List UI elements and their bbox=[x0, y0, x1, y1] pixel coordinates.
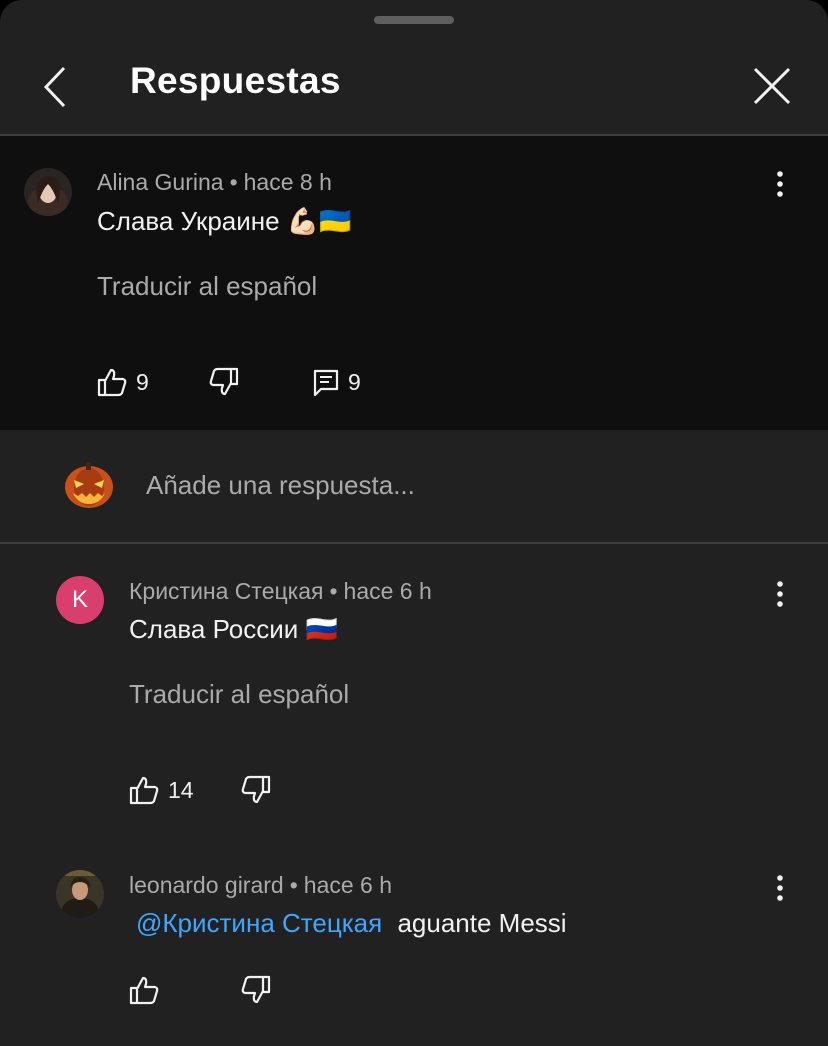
dislike-button[interactable] bbox=[240, 972, 272, 1008]
thumbs-down-icon bbox=[241, 775, 271, 804]
dislike-button[interactable] bbox=[208, 364, 240, 400]
reply-input[interactable]: Añade una respuesta... bbox=[146, 470, 415, 501]
like-button[interactable]: 9 bbox=[96, 364, 149, 400]
author-name[interactable]: Кристина Стецкая bbox=[129, 578, 323, 604]
user-mention[interactable]: @Кристина Стецкая bbox=[136, 908, 382, 938]
more-vertical-icon bbox=[777, 171, 783, 197]
more-vertical-icon bbox=[777, 875, 783, 901]
separator: • bbox=[229, 169, 238, 195]
thumbs-down-icon bbox=[241, 975, 271, 1004]
thumbs-up-icon bbox=[97, 368, 127, 397]
more-options-button[interactable] bbox=[765, 166, 795, 202]
comment-body: aguante Messi bbox=[397, 908, 567, 938]
comment-meta: leonardo girard • hace 6 h bbox=[129, 872, 392, 899]
avatar[interactable]: K bbox=[56, 576, 104, 624]
separator: • bbox=[289, 872, 298, 898]
dislike-button[interactable] bbox=[240, 772, 272, 808]
comment-text: Слава Украине 💪🏻🇺🇦 bbox=[97, 206, 352, 236]
user-avatar bbox=[64, 460, 114, 510]
avatar[interactable] bbox=[24, 168, 72, 216]
parent-comment: Alina Gurina • hace 8 h Слава Украине 💪🏻🇺🇦… bbox=[0, 136, 828, 430]
timestamp: hace 6 h bbox=[343, 578, 432, 604]
like-button[interactable] bbox=[128, 972, 160, 1008]
separator: • bbox=[329, 578, 338, 604]
chevron-left-icon bbox=[43, 66, 66, 108]
comment-meta: Кристина Стецкая • hace 6 h bbox=[129, 578, 432, 605]
comment-meta: Alina Gurina • hace 8 h bbox=[97, 169, 332, 196]
reply-button[interactable]: 9 bbox=[312, 364, 361, 400]
more-options-button[interactable] bbox=[765, 870, 795, 906]
timestamp: hace 8 h bbox=[243, 169, 332, 195]
comment-text: @Кристина Стецкая aguante Messi bbox=[136, 908, 567, 939]
header: Respuestas bbox=[0, 40, 828, 136]
back-button[interactable] bbox=[36, 64, 76, 110]
reply-count: 9 bbox=[348, 368, 361, 395]
replies-sheet: Respuestas Alina Gurina • hace 8 h Слава… bbox=[0, 0, 828, 1046]
more-options-button[interactable] bbox=[765, 576, 795, 612]
close-button[interactable] bbox=[750, 64, 794, 108]
like-count: 14 bbox=[168, 776, 194, 803]
reply-composer: Añade una respuesta... bbox=[0, 430, 828, 544]
author-name[interactable]: Alina Gurina bbox=[97, 169, 224, 195]
thumbs-down-icon bbox=[209, 367, 239, 396]
timestamp: hace 6 h bbox=[303, 872, 393, 898]
page-title: Respuestas bbox=[130, 60, 341, 101]
translate-link[interactable]: Traducir al español bbox=[129, 679, 349, 710]
avatar[interactable] bbox=[56, 870, 104, 918]
more-vertical-icon bbox=[777, 581, 783, 607]
reply-item: leonardo girard • hace 6 h @Кристина Стецк… bbox=[0, 838, 828, 1046]
like-button[interactable]: 14 bbox=[128, 772, 194, 808]
comment-icon bbox=[313, 369, 339, 397]
translate-link[interactable]: Traducir al español bbox=[97, 271, 317, 302]
thumbs-up-icon bbox=[129, 776, 159, 805]
like-count: 9 bbox=[136, 368, 149, 395]
comment-text: Слава России 🇷🇺 bbox=[129, 614, 338, 644]
thumbs-up-icon bbox=[129, 976, 159, 1005]
close-icon bbox=[753, 67, 791, 105]
reply-item: K Кристина Стецкая • hace 6 h Слава России… bbox=[0, 544, 828, 834]
author-name[interactable]: leonardo girard bbox=[129, 872, 284, 898]
drag-handle[interactable] bbox=[374, 16, 454, 24]
